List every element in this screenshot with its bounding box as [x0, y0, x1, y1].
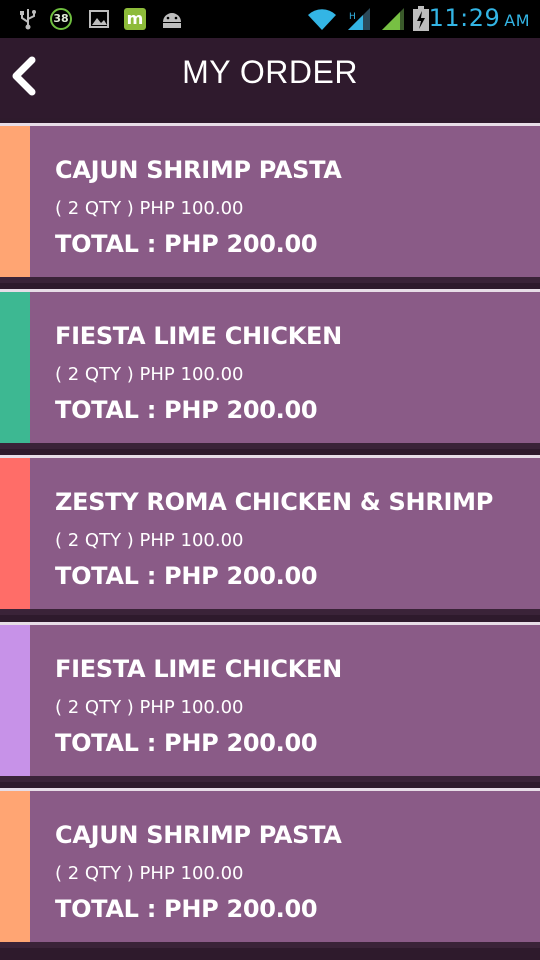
- item-quantity-price: ( 2 QTY ) PHP 100.00: [55, 863, 244, 884]
- item-quantity-price: ( 2 QTY ) PHP 100.00: [55, 198, 244, 219]
- item-name: CAJUN SHRIMP PASTA: [55, 156, 342, 184]
- item-total: TOTAL : PHP 200.00: [55, 729, 318, 757]
- item-total: TOTAL : PHP 200.00: [55, 230, 318, 258]
- clock-ampm: AM: [504, 11, 530, 30]
- divider: [0, 277, 540, 283]
- wifi-icon: [308, 9, 336, 31]
- battery-charging-icon: [413, 6, 429, 31]
- item-quantity-price: ( 2 QTY ) PHP 100.00: [55, 697, 244, 718]
- divider: [0, 776, 540, 782]
- order-list: CAJUN SHRIMP PASTA ( 2 QTY ) PHP 100.00 …: [0, 118, 540, 960]
- clock: 11:29 AM: [429, 4, 530, 32]
- market-icon: m: [124, 8, 146, 30]
- page-title: MY ORDER: [182, 54, 358, 90]
- item-quantity-price: ( 2 QTY ) PHP 100.00: [55, 530, 244, 551]
- status-bar: 38 m H 11:29 AM: [0, 0, 540, 38]
- item-name: FIESTA LIME CHICKEN: [55, 655, 342, 683]
- image-icon: [89, 10, 109, 28]
- order-item[interactable]: FIESTA LIME CHICKEN ( 2 QTY ) PHP 100.00…: [0, 289, 540, 449]
- order-accent-bar: [0, 791, 30, 948]
- divider: [0, 443, 540, 449]
- divider: [0, 609, 540, 615]
- order-accent-bar: [0, 625, 30, 782]
- badge-count: 38: [53, 12, 69, 25]
- order-accent-bar: [0, 292, 30, 449]
- item-name: ZESTY ROMA CHICKEN & SHRIMP: [55, 488, 493, 516]
- app-header: MY ORDER: [0, 38, 540, 118]
- order-accent-bar: [0, 126, 30, 283]
- order-item[interactable]: CAJUN SHRIMP PASTA ( 2 QTY ) PHP 100.00 …: [0, 123, 540, 283]
- android-icon: [163, 13, 181, 28]
- item-quantity-price: ( 2 QTY ) PHP 100.00: [55, 364, 244, 385]
- item-total: TOTAL : PHP 200.00: [55, 562, 318, 590]
- divider: [0, 942, 540, 948]
- signal-icon: H: [348, 8, 370, 30]
- signal-icon-2: [382, 8, 404, 30]
- item-name: FIESTA LIME CHICKEN: [55, 322, 342, 350]
- svg-text:H: H: [349, 12, 356, 22]
- order-item[interactable]: ZESTY ROMA CHICKEN & SHRIMP ( 2 QTY ) PH…: [0, 455, 540, 615]
- order-item[interactable]: CAJUN SHRIMP PASTA ( 2 QTY ) PHP 100.00 …: [0, 788, 540, 948]
- item-name: CAJUN SHRIMP PASTA: [55, 821, 342, 849]
- order-item[interactable]: FIESTA LIME CHICKEN ( 2 QTY ) PHP 100.00…: [0, 622, 540, 782]
- usb-icon: [20, 9, 36, 30]
- badge-icon: 38: [50, 8, 72, 30]
- item-total: TOTAL : PHP 200.00: [55, 396, 318, 424]
- clock-time: 11:29: [428, 4, 501, 32]
- order-accent-bar: [0, 458, 30, 615]
- item-total: TOTAL : PHP 200.00: [55, 895, 318, 923]
